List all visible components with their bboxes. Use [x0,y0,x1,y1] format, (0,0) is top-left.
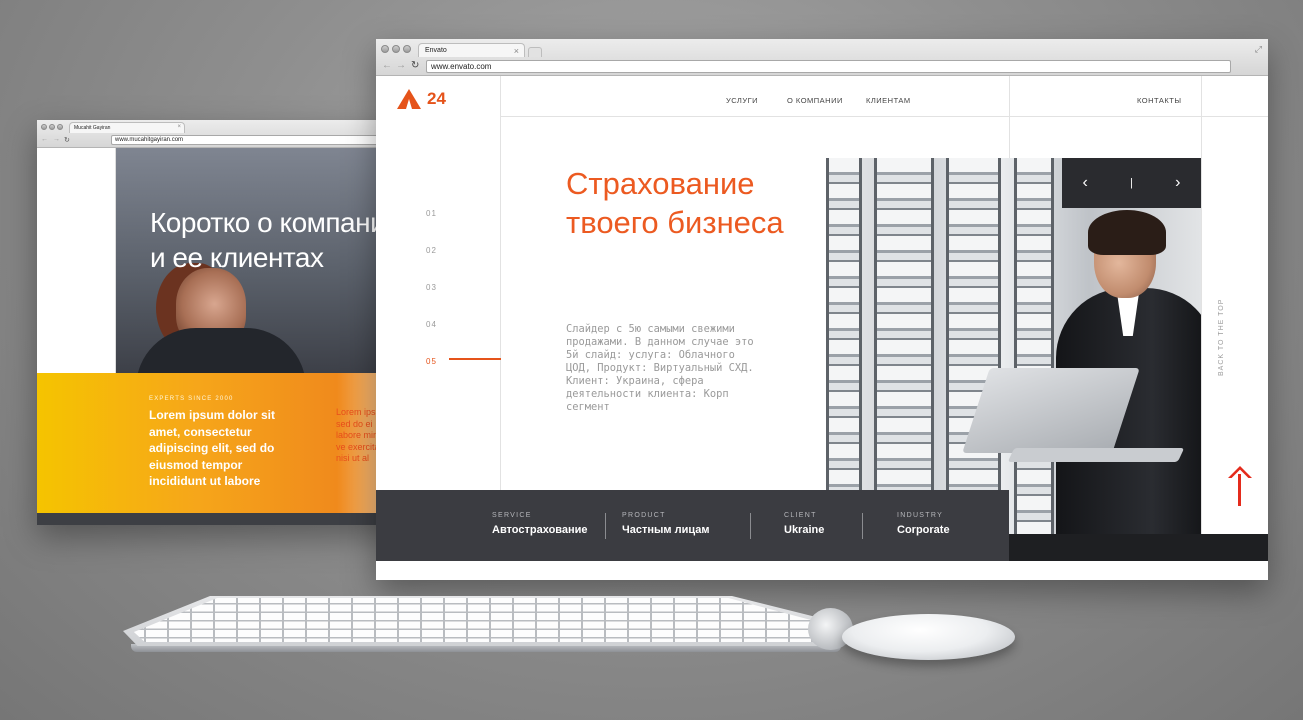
address-bar[interactable]: www.envato.com [426,60,1231,73]
hero-title: Страхование твоего бизнеса [566,166,784,240]
back-to-top-link[interactable]: BACK TO THE TOP [1218,299,1225,376]
slider-next-button[interactable]: › [1163,174,1193,192]
mouse [842,614,1015,660]
photo-server-rack [946,158,1001,534]
slider-prev-button[interactable]: ‹ [1070,174,1100,192]
photo-laptop-base [1007,448,1185,462]
fullscreen-icon[interactable]: ⤢ [1255,44,1262,55]
logo-triangle-icon [397,89,421,109]
photo-server-rack [874,158,934,534]
nav-services[interactable]: УСЛУГИ [726,96,758,105]
slide-indicator-05[interactable]: 05 [426,357,437,366]
case-info-bar: SERVICE Автострахование PRODUCT Частным … [376,490,1009,561]
photo-server-rack [826,158,862,534]
close-window-button[interactable] [381,45,389,53]
window-controls [381,45,411,53]
forward-arrow-icon[interactable]: → [53,136,60,143]
hero-title: Коротко о компании и ее клиентах [150,207,401,273]
header-divider [500,116,1268,117]
info-value: Автострахование [492,524,588,536]
window-controls [41,124,63,130]
nav-contacts[interactable]: КОНТАКТЫ [1137,96,1181,105]
info-industry: INDUSTRY Corporate [897,512,950,536]
info-separator [605,513,606,539]
reload-icon[interactable]: ↻ [411,60,419,71]
info-label: CLIENT [784,512,817,519]
minimize-window-button[interactable] [392,45,400,53]
keyboard-keys [133,598,834,642]
browser-toolbar: Envato × ⤢ ← → ↻ www.envato.com [376,39,1268,76]
info-value: Corporate [897,524,950,536]
arrow-up-icon[interactable] [1226,466,1254,506]
browser-tab[interactable]: Envato × [418,43,525,57]
hero-description: Слайдер с 5ю самыми свежими продажами. В… [566,323,754,413]
left-gutter [37,148,116,373]
slide-indicator-02[interactable]: 02 [426,246,437,255]
photo-server-rack [1014,158,1054,534]
info-value: Частным лицам [622,524,710,536]
info-label: INDUSTRY [897,512,944,519]
info-value: Ukraine [784,524,825,536]
back-arrow-icon[interactable]: ← [41,136,48,143]
reload-icon[interactable]: ↻ [64,136,70,144]
divider [500,76,501,490]
info-product: PRODUCT Частным лицам [622,512,709,536]
site-logo[interactable]: 24 [397,89,446,109]
info-separator [862,513,863,539]
logo-number: 24 [427,89,446,108]
info-service: SERVICE Автострахование [492,512,588,536]
nav-about[interactable]: О КОМПАНИИ [787,96,843,105]
info-label: SERVICE [492,512,532,519]
hero-photo [826,158,1201,534]
main-browser-window: Envato × ⤢ ← → ↻ www.envato.com 24 УСЛУГ… [376,39,1268,580]
photo-woman-body [136,328,306,373]
forward-arrow-icon[interactable]: → [396,60,406,71]
experts-since-label: EXPERTS SINCE 2000 [149,396,234,402]
tab-title: Envato [425,47,447,54]
page-bottom [376,561,1268,580]
info-separator [750,513,751,539]
tab-title: Mucahit Gayiran [74,125,111,131]
slider-separator: | [1130,177,1133,189]
photo-laptop [962,368,1140,453]
page-content: 24 УСЛУГИ О КОМПАНИИ КЛИЕНТАМ КОНТАКТЫ 0… [376,76,1268,580]
arrow-shaft [1238,474,1241,506]
slide-indicator-03[interactable]: 03 [426,283,437,292]
close-window-button[interactable] [41,124,47,130]
maximize-window-button[interactable] [403,45,411,53]
back-arrow-icon[interactable]: ← [382,60,392,71]
new-tab-button[interactable] [528,47,542,57]
minimize-window-button[interactable] [49,124,55,130]
close-tab-icon[interactable]: × [514,46,519,56]
active-slide-line [449,358,501,360]
browser-tab[interactable]: Mucahit Gayiran × [69,122,185,133]
maximize-window-button[interactable] [57,124,63,130]
photo-man-hair [1088,210,1166,255]
info-label: PRODUCT [622,512,666,519]
keyboard [123,596,853,654]
dark-footer-block [1009,534,1268,561]
divider [1201,76,1202,534]
nav-clients[interactable]: КЛИЕНТАМ [866,96,911,105]
close-tab-icon[interactable]: × [177,124,181,130]
info-client: CLIENT Ukraine [784,512,824,536]
slide-indicator-01[interactable]: 01 [426,209,437,218]
slider-controls: ‹ | › [1062,158,1201,208]
experts-text: Lorem ipsum dolor sit amet, consectetur … [149,408,276,488]
slide-indicator-04[interactable]: 04 [426,320,437,329]
